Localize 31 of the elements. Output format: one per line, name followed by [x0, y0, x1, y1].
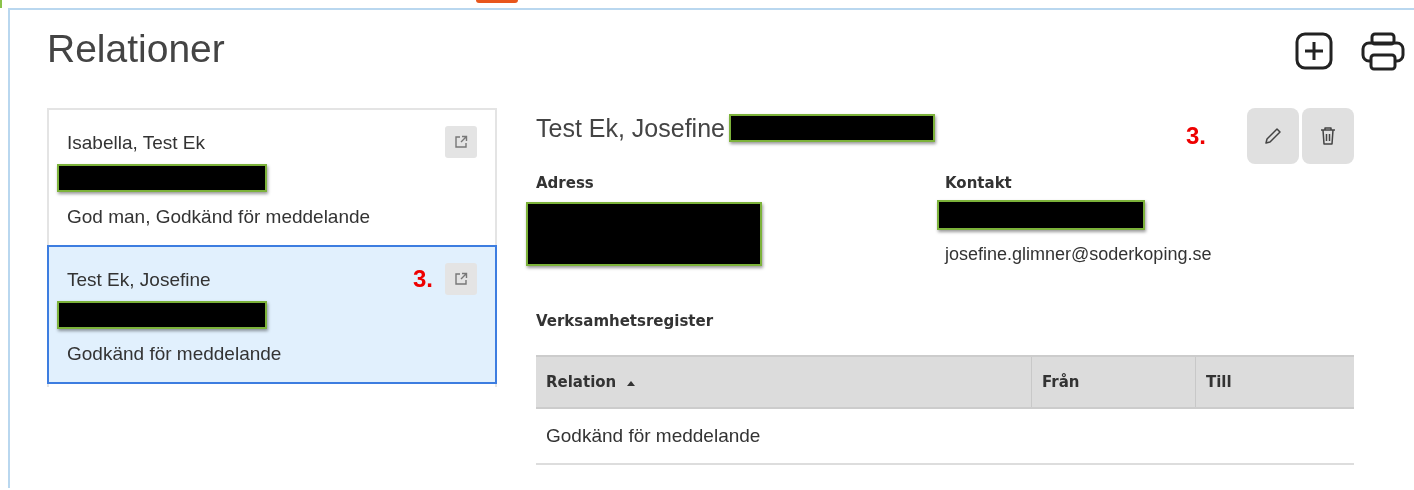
pencil-icon [1262, 125, 1284, 147]
printer-icon [1360, 31, 1406, 71]
print-button[interactable] [1360, 31, 1406, 71]
open-external-button[interactable] [445, 126, 477, 158]
column-header[interactable]: Relation [536, 356, 1032, 408]
email-text: josefine.glimner@soderkoping.se [945, 244, 1213, 265]
external-link-icon [454, 135, 468, 149]
relation-roles: Godkänd för meddelande [67, 343, 283, 365]
contact-label: Kontakt [945, 174, 1013, 192]
column-header[interactable]: Till [1195, 356, 1354, 408]
tab-edge [476, 0, 518, 3]
relation-card[interactable]: Isabella, Test Ek God man, Godkänd för meddelande [47, 108, 497, 247]
edit-button[interactable] [1247, 108, 1299, 164]
column-header[interactable]: Från [1031, 356, 1196, 408]
open-external-button[interactable] [445, 263, 477, 295]
relation-name: Isabella, Test Ek [67, 132, 206, 154]
page-title: Relationer [47, 27, 225, 71]
delete-button[interactable] [1302, 108, 1354, 164]
register-title: Verksamhetsregister [536, 312, 715, 330]
trash-icon [1318, 125, 1338, 147]
plus-icon [1294, 31, 1334, 71]
address-label: Adress [536, 174, 595, 192]
person-name: Test Ek, Josefine [536, 113, 725, 143]
relation-card[interactable]: Test Ek, Josefine 3. Godkänd för meddelande [47, 245, 497, 384]
add-button[interactable] [1294, 31, 1334, 71]
annotation-number: 3. [1186, 122, 1206, 150]
relation-roles: God man, Godkänd för meddelande [67, 206, 372, 228]
annotation-number: 3. [413, 265, 433, 293]
relation-name: Test Ek, Josefine [67, 269, 212, 291]
external-link-icon [454, 272, 468, 286]
table-cell: Godkänd för meddelande [546, 425, 761, 446]
